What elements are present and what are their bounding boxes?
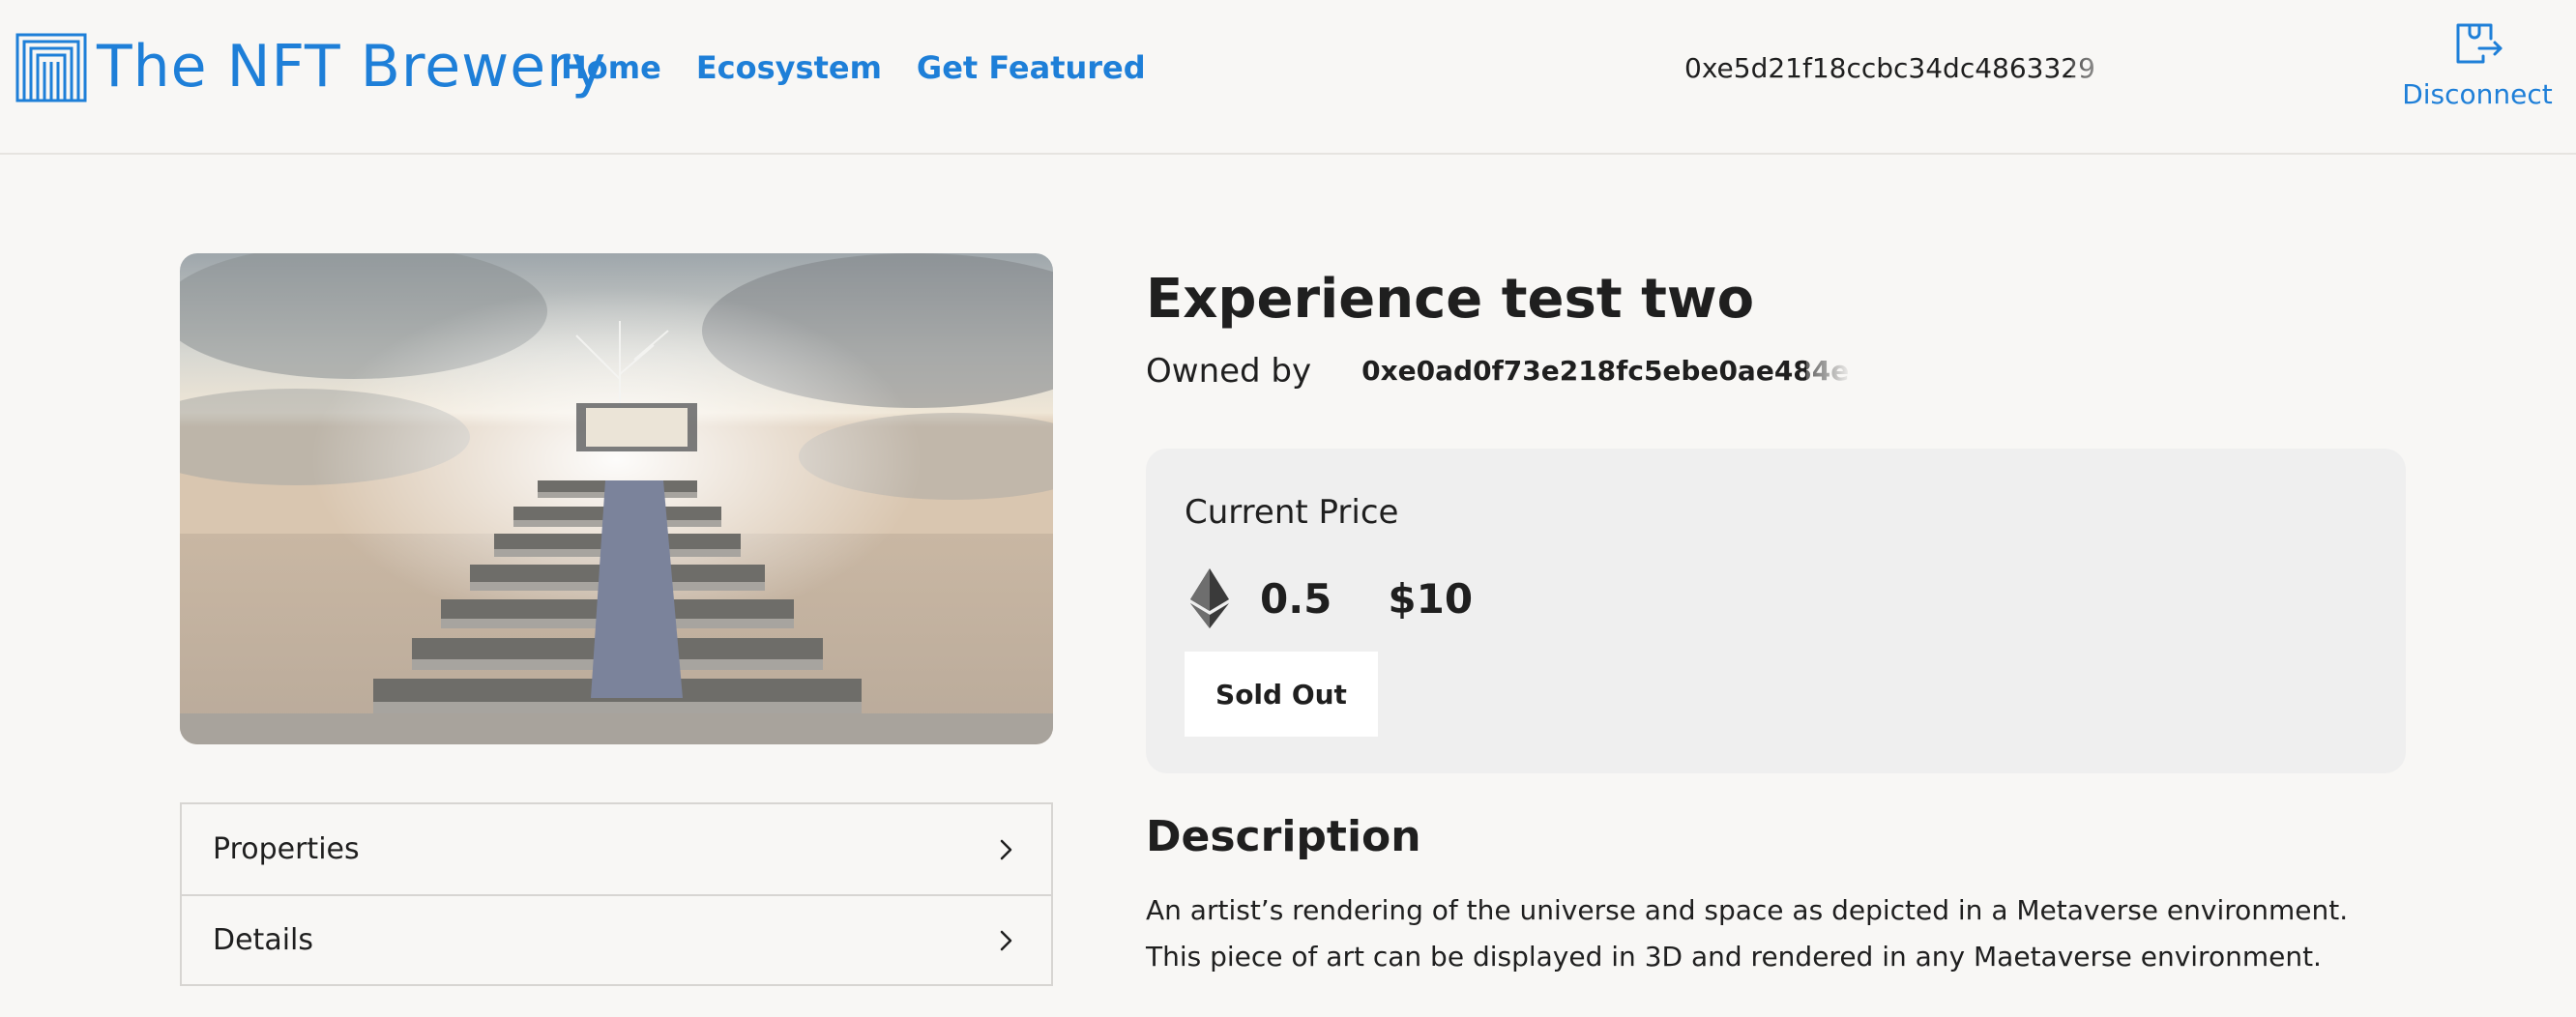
accordion-properties[interactable]: Properties (182, 804, 1051, 894)
owner-address-text: 0xe0ad0f73e218fc5ebe0ae484e (1361, 355, 1850, 387)
ethereum-icon (1190, 568, 1229, 628)
chevron-right-icon (1000, 930, 1012, 950)
current-price-label: Current Price (1185, 493, 1399, 532)
nav-ecosystem[interactable]: Ecosystem (696, 46, 882, 89)
wallet-address: 0xe5d21f18ccbc34dc4863329 (1684, 48, 2352, 89)
disconnect-button[interactable]: Disconnect (2390, 17, 2564, 112)
nav-home[interactable]: Home (561, 46, 661, 89)
accordion-details-label: Details (213, 923, 314, 957)
description-text: An artist’s rendering of the universe an… (1146, 894, 2349, 973)
chevron-right-icon (1000, 839, 1012, 859)
accordion-properties-label: Properties (213, 832, 360, 866)
accordion-details[interactable]: Details (182, 894, 1051, 984)
logo[interactable]: The NFT Brewery (15, 31, 606, 102)
site-header: The NFT Brewery Home Ecosystem Get Featu… (0, 0, 2576, 155)
nft-image (180, 253, 1053, 744)
sold-out-button[interactable]: Sold Out (1185, 652, 1378, 737)
nft-accordion: Properties Details (180, 802, 1053, 986)
owned-by-label: Owned by (1146, 352, 1312, 391)
nft-title: Experience test two (1146, 268, 1755, 331)
price-row: 0.5 $10 (1190, 568, 1473, 628)
description-heading: Description (1146, 812, 1421, 861)
owner-address-redaction (1806, 350, 2136, 392)
wallet-address-redaction (2071, 48, 2352, 89)
wallet-address-text: 0xe5d21f18ccbc34dc4863329 (1684, 52, 2095, 84)
eth-price: 0.5 (1260, 574, 1332, 623)
wallet-exit-icon (2456, 23, 2503, 64)
owner-row: Owned by 0xe0ad0f73e218fc5ebe0ae484e (1146, 350, 2136, 392)
owner-address[interactable]: 0xe0ad0f73e218fc5ebe0ae484e (1361, 350, 2136, 392)
nft-artwork (180, 253, 1053, 744)
main-nav: Home Ecosystem Get Featured (561, 46, 1146, 89)
price-panel: Current Price 0.5 $10 Sold Out (1146, 449, 2406, 773)
usd-price: $10 (1388, 574, 1474, 623)
disconnect-label: Disconnect (2402, 78, 2553, 110)
logo-text: The NFT Brewery (97, 33, 607, 101)
columns-logo-icon (15, 33, 87, 102)
nav-get-featured[interactable]: Get Featured (917, 46, 1146, 89)
